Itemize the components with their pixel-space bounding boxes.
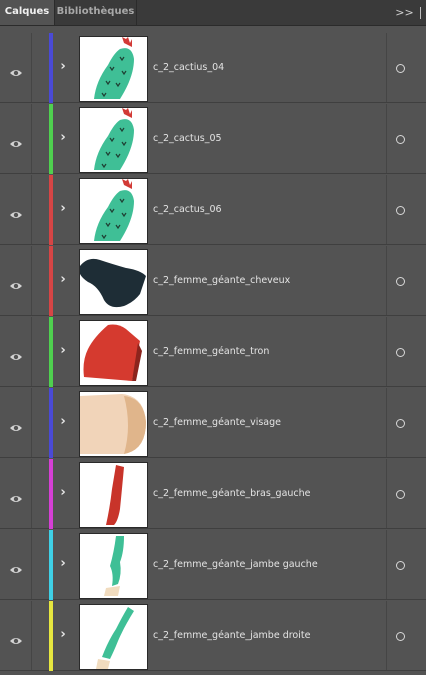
layer-row[interactable]: › c_2_femme_géante_bras_gauche	[0, 459, 426, 529]
layer-row[interactable]: › c_2_cactus_05	[0, 104, 426, 174]
layer-thumbnail	[79, 107, 148, 173]
tab-calques[interactable]: Calques	[0, 0, 55, 25]
layer-target-circle-icon[interactable]	[396, 348, 405, 357]
layer-color-bar	[49, 33, 53, 103]
layer-color-bar	[49, 388, 53, 458]
expand-chevron-icon[interactable]: ›	[58, 59, 68, 75]
layer-name[interactable]: c_2_femme_géante_jambe gauche	[153, 559, 318, 570]
column-divider	[386, 388, 387, 457]
layer-thumbnail	[79, 36, 148, 102]
layer-row[interactable]: › c_2_femme_géante_cheveux	[0, 246, 426, 316]
layer-thumbnail	[79, 320, 148, 386]
layer-name[interactable]: c_2_femme_géante_visage	[153, 417, 281, 428]
layer-thumbnail	[79, 462, 148, 528]
expand-chevron-icon[interactable]: ›	[58, 627, 68, 643]
expand-chevron-icon[interactable]: ›	[58, 414, 68, 430]
layer-target-circle-icon[interactable]	[396, 277, 405, 286]
layer-target-circle-icon[interactable]	[396, 419, 405, 428]
layer-thumbnail	[79, 249, 148, 315]
expand-chevron-icon[interactable]: ›	[58, 201, 68, 217]
column-divider	[31, 459, 32, 528]
column-divider	[386, 175, 387, 244]
column-divider	[386, 601, 387, 670]
column-divider	[386, 459, 387, 528]
expand-chevron-icon[interactable]: ›	[58, 272, 68, 288]
expand-chevron-icon[interactable]: ›	[58, 130, 68, 146]
column-divider	[31, 388, 32, 457]
layer-name[interactable]: c_2_cactus_06	[153, 204, 222, 215]
column-divider	[31, 175, 32, 244]
panel-menu-button[interactable]: >>	[390, 0, 426, 25]
layer-color-bar	[49, 175, 53, 245]
layer-name[interactable]: c_2_cactius_04	[153, 62, 224, 73]
layer-color-bar	[49, 530, 53, 600]
visibility-eye-icon[interactable]	[9, 347, 23, 360]
expand-chevron-icon[interactable]: ›	[58, 485, 68, 501]
layer-target-circle-icon[interactable]	[396, 561, 405, 570]
layer-color-bar	[49, 317, 53, 387]
double-chevron-icon: >>	[395, 6, 414, 19]
visibility-eye-icon[interactable]	[9, 205, 23, 218]
layer-row[interactable]: › c_2_femme_géante_visage	[0, 388, 426, 458]
visibility-eye-icon[interactable]	[9, 560, 23, 573]
layer-target-circle-icon[interactable]	[396, 206, 405, 215]
layer-thumbnail	[79, 178, 148, 244]
visibility-eye-icon[interactable]	[9, 631, 23, 644]
visibility-eye-icon[interactable]	[9, 418, 23, 431]
layer-target-circle-icon[interactable]	[396, 64, 405, 73]
visibility-eye-icon[interactable]	[9, 63, 23, 76]
layer-row[interactable]: › c_2_femme_géante_jambe droite	[0, 601, 426, 671]
layer-color-bar	[49, 459, 53, 529]
layer-thumbnail	[79, 533, 148, 599]
column-divider	[31, 246, 32, 315]
visibility-eye-icon[interactable]	[9, 489, 23, 502]
column-divider	[31, 33, 32, 102]
visibility-eye-icon[interactable]	[9, 276, 23, 289]
layer-name[interactable]: c_2_femme_géante_cheveux	[153, 275, 290, 286]
divider	[419, 6, 421, 19]
layer-color-bar	[49, 601, 53, 671]
layer-target-circle-icon[interactable]	[396, 135, 405, 144]
tab-bibliotheques[interactable]: Bibliothèques	[55, 0, 137, 25]
column-divider	[31, 317, 32, 386]
layer-target-circle-icon[interactable]	[396, 632, 405, 641]
column-divider	[386, 33, 387, 102]
column-divider	[386, 317, 387, 386]
visibility-eye-icon[interactable]	[9, 134, 23, 147]
column-divider	[31, 104, 32, 173]
column-divider	[31, 530, 32, 599]
layer-name[interactable]: c_2_femme_géante_bras_gauche	[153, 488, 311, 499]
layer-target-circle-icon[interactable]	[396, 490, 405, 499]
layer-color-bar	[49, 246, 53, 316]
layer-color-bar	[49, 104, 53, 174]
layer-row[interactable]: › c_2_femme_géante_tron	[0, 317, 426, 387]
layer-name[interactable]: c_2_femme_géante_jambe droite	[153, 630, 310, 641]
layer-row[interactable]: › c_2_femme_géante_jambe gauche	[0, 530, 426, 600]
layer-name[interactable]: c_2_cactus_05	[153, 133, 222, 144]
layer-name[interactable]: c_2_femme_géante_tron	[153, 346, 269, 357]
column-divider	[31, 601, 32, 670]
expand-chevron-icon[interactable]: ›	[58, 343, 68, 359]
panel-tab-bar: Calques Bibliothèques >>	[0, 0, 426, 26]
layer-row[interactable]: › c_2_cactius_04	[0, 33, 426, 103]
expand-chevron-icon[interactable]: ›	[58, 556, 68, 572]
column-divider	[386, 246, 387, 315]
column-divider	[386, 530, 387, 599]
layer-row[interactable]: › c_2_cactus_06	[0, 175, 426, 245]
layer-thumbnail	[79, 391, 148, 457]
column-divider	[386, 104, 387, 173]
layer-thumbnail	[79, 604, 148, 670]
